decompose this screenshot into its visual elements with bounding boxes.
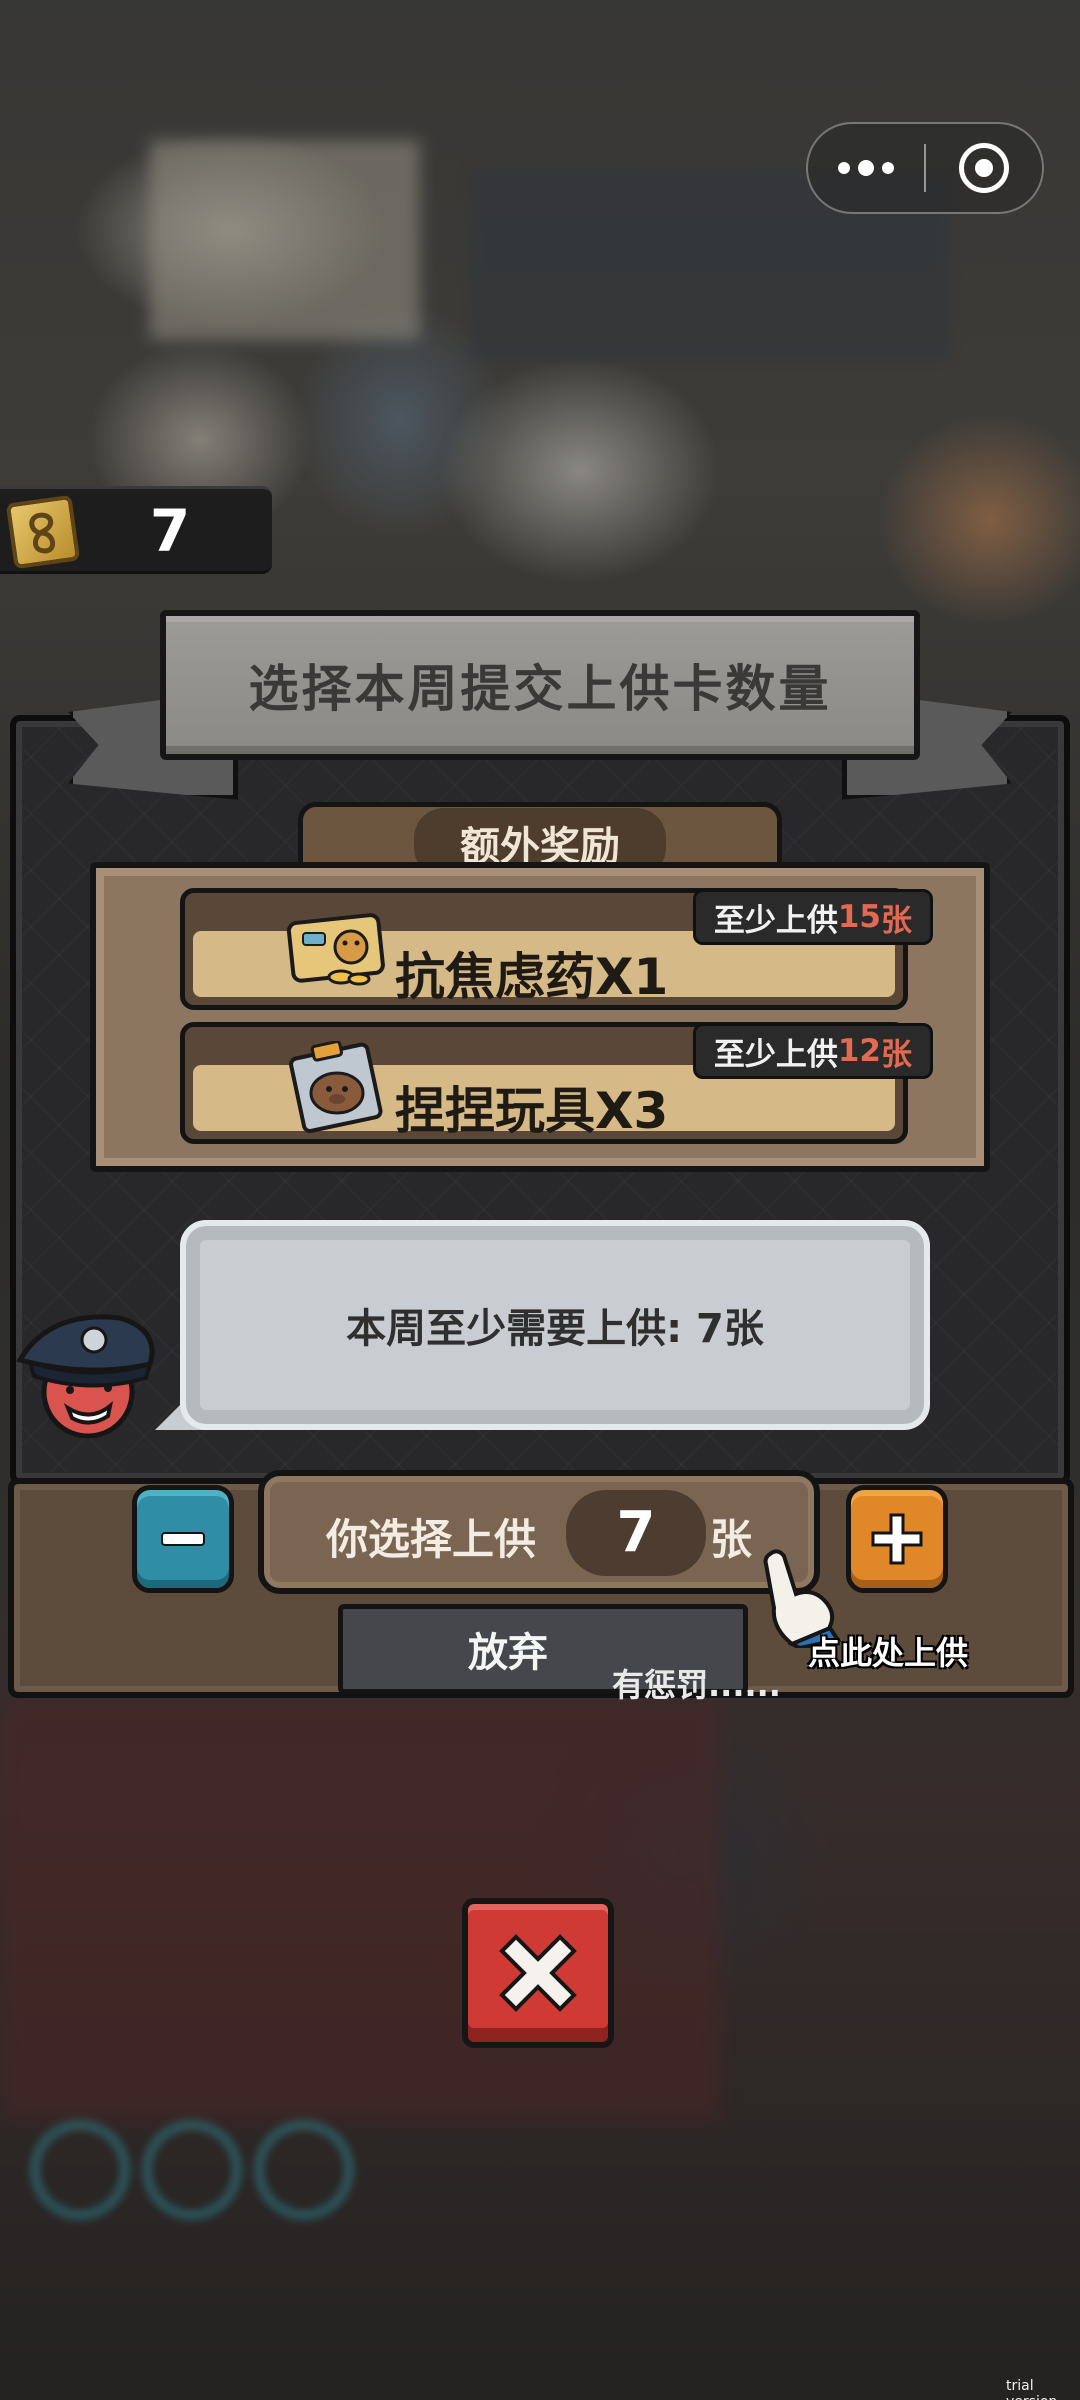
quantity-selector: 你选择上供 7 张 bbox=[258, 1470, 820, 1594]
increase-button[interactable] bbox=[846, 1485, 948, 1593]
squeeze-toy-icon bbox=[285, 1040, 389, 1141]
minimum-requirement-text: 本周至少需要上供: 7张 bbox=[346, 1306, 764, 1352]
tap-here-hint: 点此处上供 bbox=[808, 1634, 969, 1672]
miniprogram-close-button[interactable] bbox=[926, 124, 1042, 212]
more-dots-icon bbox=[838, 162, 850, 174]
close-dialog-button[interactable] bbox=[462, 1898, 614, 2048]
reward-row: 抗焦虑药X1 至少上供 15 张 bbox=[180, 888, 933, 1010]
reward-item-name: 捏捏玩具X3 bbox=[395, 1082, 669, 1140]
bonus-reward-panel: 抗焦虑药X1 至少上供 15 张 捏捏玩具X3 至少上供 12 张 bbox=[90, 862, 990, 1172]
close-icon bbox=[499, 1934, 577, 2012]
anti-anxiety-pill-icon bbox=[285, 911, 389, 993]
minus-icon bbox=[161, 1532, 205, 1546]
title-ribbon: 选择本周提交上供卡数量 bbox=[160, 610, 920, 760]
speech-bubble: 本周至少需要上供: 7张 bbox=[180, 1220, 930, 1430]
selector-suffix: 张 bbox=[710, 1515, 753, 1564]
penalty-warning: 有惩罚...... bbox=[612, 1666, 781, 1704]
card-count: 7 bbox=[149, 497, 191, 565]
card-counter: 7 bbox=[0, 486, 272, 574]
target-circle-icon bbox=[958, 143, 1009, 193]
police-officer-avatar bbox=[10, 1300, 160, 1454]
reward-row: 捏捏玩具X3 至少上供 12 张 bbox=[180, 1022, 933, 1144]
gold-card-icon bbox=[5, 494, 81, 570]
decrease-button[interactable] bbox=[132, 1485, 234, 1593]
more-menu-button[interactable] bbox=[808, 124, 924, 212]
trial-version-watermark: trial version bbox=[1006, 2378, 1057, 2400]
dialog-title: 选择本周提交上供卡数量 bbox=[248, 660, 832, 718]
reward-requirement-badge: 至少上供 12 张 bbox=[692, 1023, 933, 1079]
reward-requirement-badge: 至少上供 15 张 bbox=[692, 889, 933, 945]
plus-icon bbox=[871, 1513, 923, 1565]
reward-item-name: 抗焦虑药X1 bbox=[395, 948, 669, 1006]
selector-prefix: 你选择上供 bbox=[326, 1515, 537, 1564]
miniprogram-capsule bbox=[806, 122, 1044, 214]
selected-quantity: 7 bbox=[566, 1490, 706, 1576]
